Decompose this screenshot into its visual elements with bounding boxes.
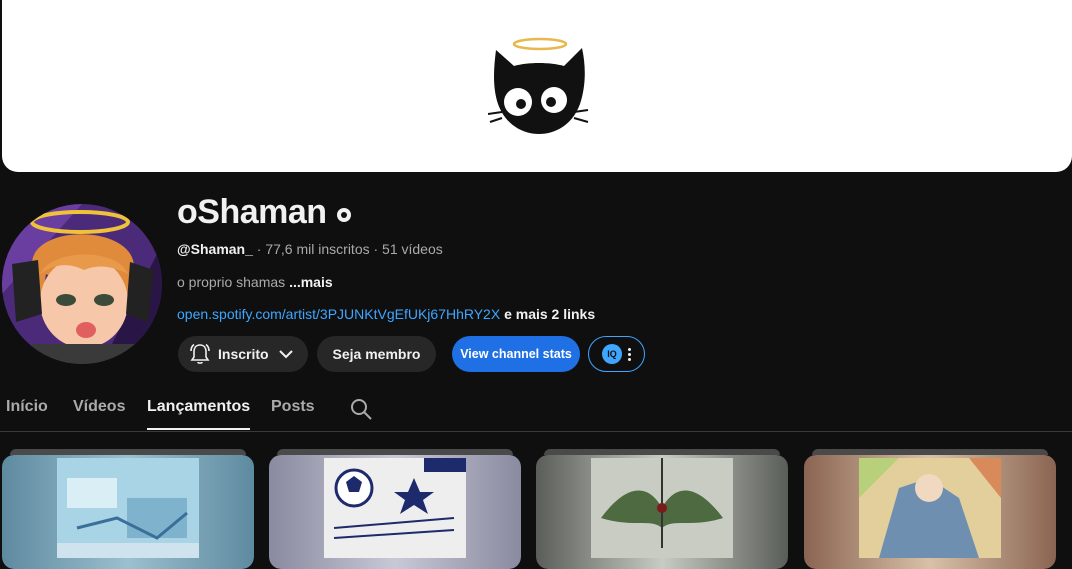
tab-lancamentos[interactable]: Lançamentos bbox=[147, 398, 251, 430]
release-card[interactable] bbox=[536, 449, 788, 569]
release-card[interactable] bbox=[804, 449, 1056, 569]
channel-tabs: Início Vídeos Lançamentos Posts bbox=[0, 389, 1072, 432]
chevron-down-icon bbox=[278, 350, 293, 359]
tab-posts[interactable]: Posts bbox=[271, 398, 315, 428]
avatar-image bbox=[2, 204, 162, 364]
description-more-link[interactable]: ...mais bbox=[289, 274, 333, 290]
release-thumbnail bbox=[57, 458, 199, 558]
view-channel-stats-label: View channel stats bbox=[460, 347, 572, 361]
vidiq-icon: IQ bbox=[602, 344, 622, 364]
more-links-button[interactable]: e mais 2 links bbox=[500, 306, 595, 322]
channel-meta: @Shaman_ · 77,6 mil inscritos · 51 vídeo… bbox=[177, 241, 443, 257]
channel-name-text: oShaman bbox=[177, 193, 327, 231]
channel-banner bbox=[2, 0, 1072, 172]
channel-avatar[interactable] bbox=[2, 204, 162, 364]
channel-description[interactable]: o proprio shamas ...mais bbox=[177, 274, 333, 290]
channel-stats: · 77,6 mil inscritos · 51 vídeos bbox=[252, 241, 443, 257]
release-thumbnail bbox=[591, 458, 733, 558]
join-button[interactable]: Seja membro bbox=[317, 336, 436, 372]
tab-inicio[interactable]: Início bbox=[6, 398, 48, 428]
tab-videos[interactable]: Vídeos bbox=[73, 398, 125, 428]
more-vert-icon[interactable] bbox=[628, 347, 631, 361]
verified-badge-icon bbox=[336, 207, 351, 222]
release-thumbnail bbox=[324, 458, 466, 558]
channel-handle: @Shaman_ bbox=[177, 241, 253, 257]
subscribed-label: Inscrito bbox=[218, 346, 269, 362]
subscribed-button[interactable]: Inscrito bbox=[178, 336, 308, 372]
release-thumbnail bbox=[859, 458, 1001, 558]
channel-name: oShaman bbox=[177, 193, 351, 232]
search-icon[interactable] bbox=[349, 397, 373, 421]
cat-halo-logo bbox=[488, 37, 589, 134]
bell-icon bbox=[190, 343, 210, 364]
join-label: Seja membro bbox=[332, 346, 421, 362]
release-card[interactable] bbox=[269, 449, 521, 569]
spotify-link[interactable]: open.spotify.com/artist/3PJUNKtVgEfUKj67… bbox=[177, 306, 500, 322]
channel-links: open.spotify.com/artist/3PJUNKtVgEfUKj67… bbox=[177, 306, 595, 322]
vidiq-extension-button[interactable]: IQ bbox=[588, 336, 645, 372]
description-text: o proprio shamas bbox=[177, 274, 290, 290]
view-channel-stats-button[interactable]: View channel stats bbox=[452, 336, 580, 372]
release-card[interactable] bbox=[2, 449, 254, 569]
